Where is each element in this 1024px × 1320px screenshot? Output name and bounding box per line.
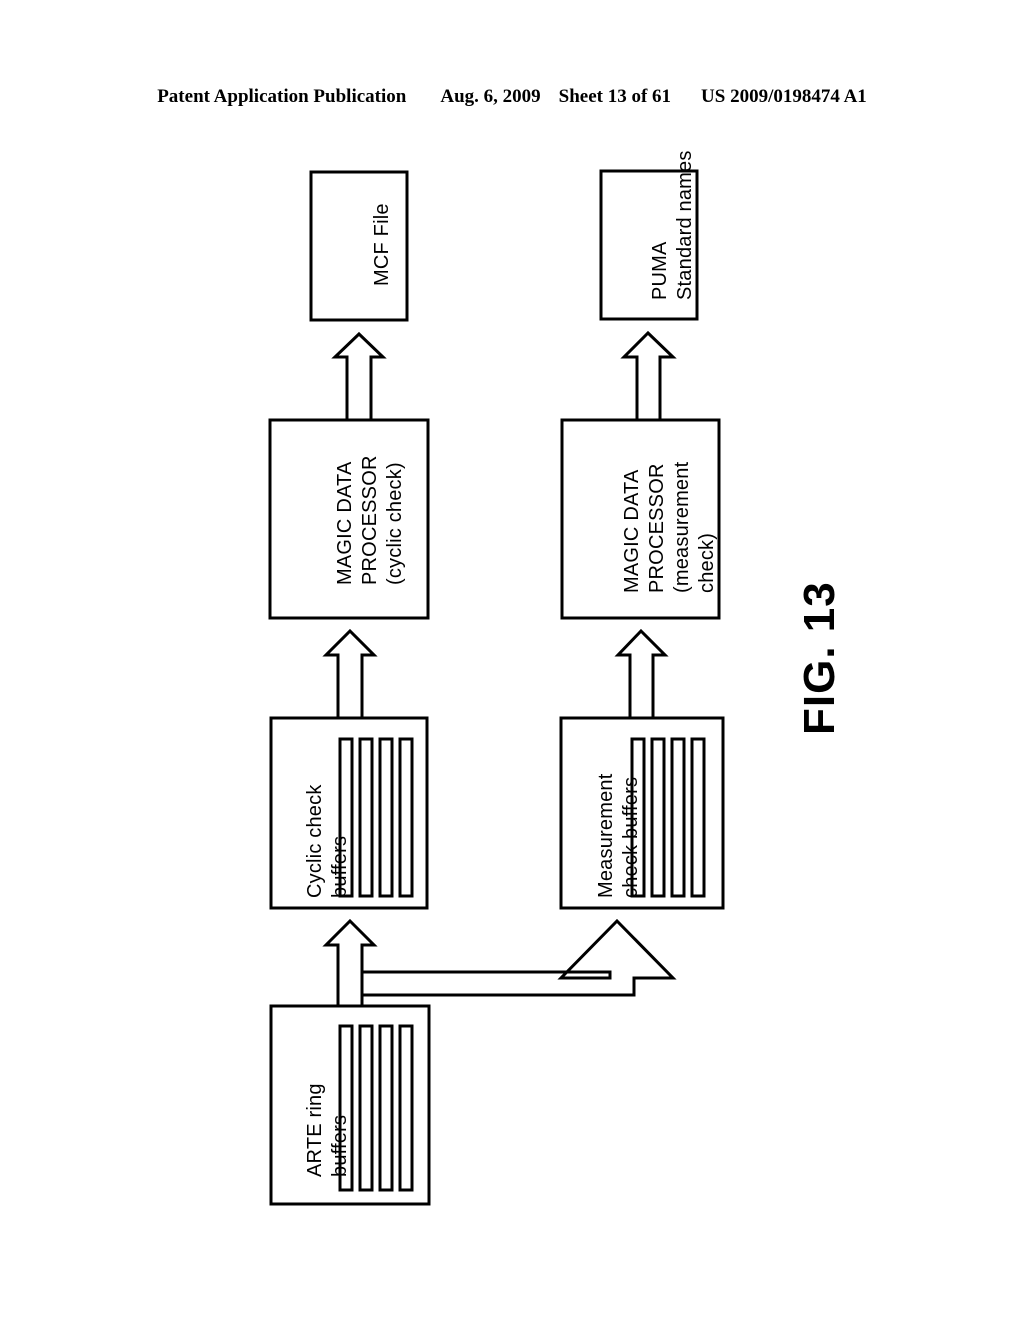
patent-figure-13: [0, 0, 1024, 1320]
puma-line-1: PUMA: [649, 241, 671, 300]
measurement-buffers-line-2: check buffers: [620, 776, 642, 898]
cyclic-buffers-line-1: Cyclic check: [304, 784, 326, 898]
node-cyclic-check-buffers-label: Cyclic check buffers: [303, 784, 353, 898]
arte-buffers-line-1: ARTE ring: [304, 1083, 326, 1177]
node-mdp-cyclic-label: MAGIC DATA PROCESSOR (cyclic check): [333, 455, 408, 585]
mdp-cyclic-line-2: PROCESSOR: [359, 455, 381, 585]
arrow-mdp-measurement-to-puma: [620, 330, 677, 422]
mdp-cyclic-line-1: MAGIC DATA: [334, 461, 356, 585]
mcf-file-line-1: MCF File: [371, 203, 393, 286]
mdp-measurement-line-1: MAGIC DATA: [621, 469, 643, 593]
node-puma-standard-names-label: PUMA Standard names: [648, 150, 698, 300]
arrow-arte-buffers-to-measurement-buffers: [360, 918, 677, 997]
cyclic-buffers-line-2: buffers: [329, 835, 351, 898]
mdp-cyclic-line-3: (cyclic check): [384, 462, 406, 585]
node-mcf-file-label: MCF File: [370, 203, 395, 286]
node-arte-ring-buffers-label: ARTE ring buffers: [303, 1083, 353, 1177]
mdp-measurement-line-2: PROCESSOR: [646, 463, 668, 593]
mdp-measurement-line-3: (measurement: [671, 461, 693, 593]
mdp-measurement-line-4: check): [696, 532, 718, 593]
node-measurement-check-buffers-label: Measurement check buffers: [594, 774, 644, 898]
figure-diagram-svg: [268, 169, 725, 1206]
arrow-cyclic-buffers-to-mdp-cyclic: [322, 628, 378, 720]
arrow-mdp-cyclic-to-mcf-file: [331, 331, 387, 422]
arte-buffers-line-2: buffers: [329, 1114, 351, 1177]
measurement-buffers-line-1: Measurement: [595, 773, 617, 898]
figure-number-label: FIG. 13: [795, 581, 844, 735]
node-mdp-measurement-label: MAGIC DATA PROCESSOR (measurement check): [620, 462, 720, 593]
puma-line-2: Standard names: [674, 150, 696, 300]
arrow-measurement-buffers-to-mdp-measurement: [614, 628, 669, 720]
